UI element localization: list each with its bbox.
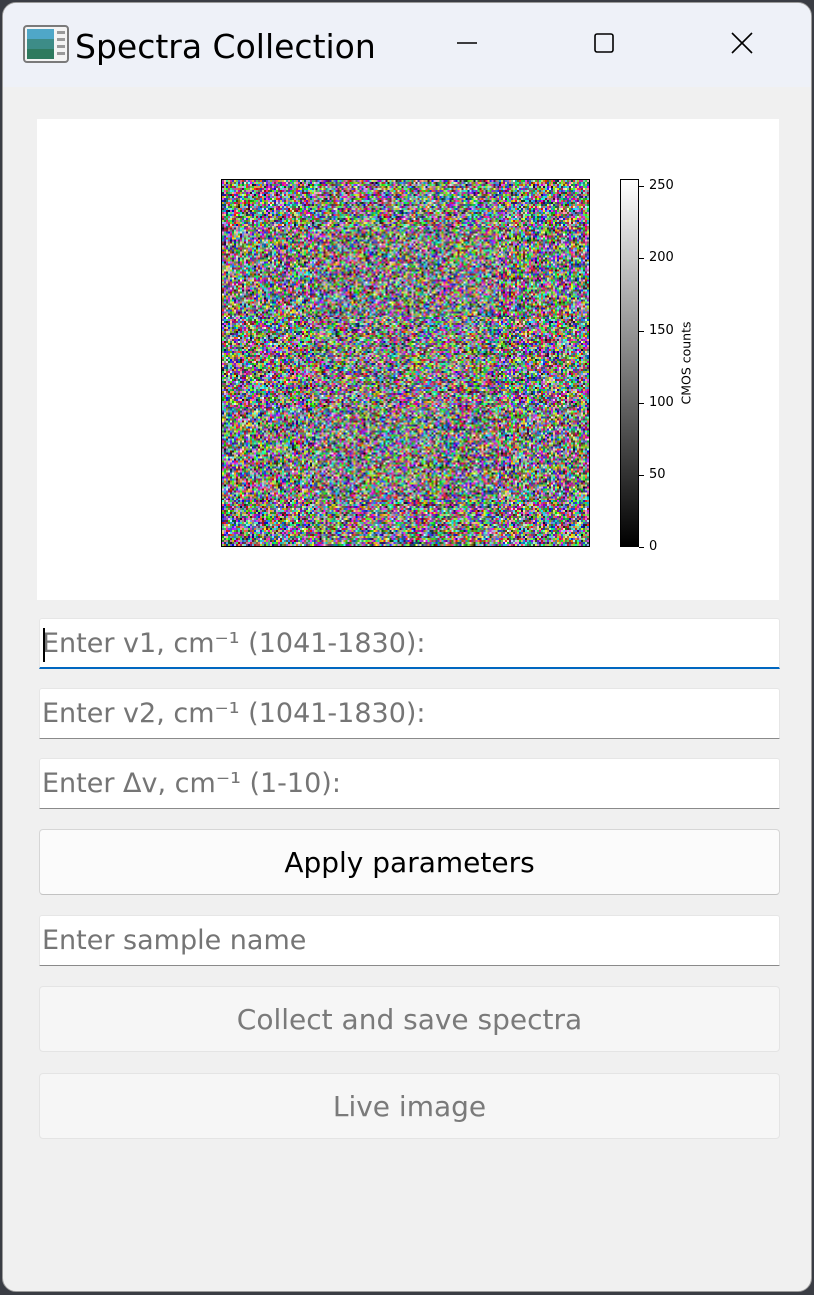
colorbar-label: CMOS counts xyxy=(678,321,694,405)
colorbar-tick-label: 250 xyxy=(649,178,674,194)
v2-input[interactable] xyxy=(40,689,779,738)
minimize-icon xyxy=(456,32,478,58)
colorbar-tick-label: 0 xyxy=(649,539,658,554)
apply-parameters-button[interactable]: Apply parameters xyxy=(39,829,780,895)
sample-name-input[interactable] xyxy=(40,916,779,965)
text-caret xyxy=(43,628,45,662)
minimize-button[interactable] xyxy=(447,25,487,65)
colorbar xyxy=(620,179,639,547)
collect-save-spectra-button[interactable]: Collect and save spectra xyxy=(39,986,780,1052)
colorbar-tick-label: 100 xyxy=(649,394,674,410)
colorbar-tick xyxy=(639,330,644,332)
v1-input-field[interactable] xyxy=(39,618,780,669)
colorbar-tick-label: 200 xyxy=(649,250,674,266)
colorbar-tick-label: 150 xyxy=(649,322,674,338)
colorbar-tick xyxy=(639,402,644,404)
colorbar-tick xyxy=(639,474,644,476)
dv-input-field[interactable] xyxy=(39,758,780,809)
spectra-app-icon xyxy=(23,23,69,65)
window-title: Spectra Collection xyxy=(75,27,376,66)
v1-input[interactable] xyxy=(40,619,779,667)
dv-input[interactable] xyxy=(40,759,779,808)
close-icon xyxy=(730,31,754,59)
close-button[interactable] xyxy=(722,25,762,65)
maximize-button[interactable] xyxy=(584,25,624,65)
sample-name-field[interactable] xyxy=(39,915,780,966)
title-bar[interactable]: Spectra Collection xyxy=(3,3,811,87)
colorbar-tick-label: 50 xyxy=(649,466,666,482)
colorbar-tick xyxy=(639,547,644,548)
v2-input-field[interactable] xyxy=(39,688,780,739)
colorbar-tick xyxy=(639,258,644,260)
colorbar-tick xyxy=(639,186,644,188)
app-window: Spectra Collection 0 50 100 150 200 250 CMOS … xyxy=(2,2,812,1292)
live-image-button[interactable]: Live image xyxy=(39,1073,780,1139)
camera-image xyxy=(221,179,590,547)
image-plot-panel: 0 50 100 150 200 250 CMOS counts xyxy=(37,119,779,600)
maximize-icon xyxy=(593,32,615,58)
